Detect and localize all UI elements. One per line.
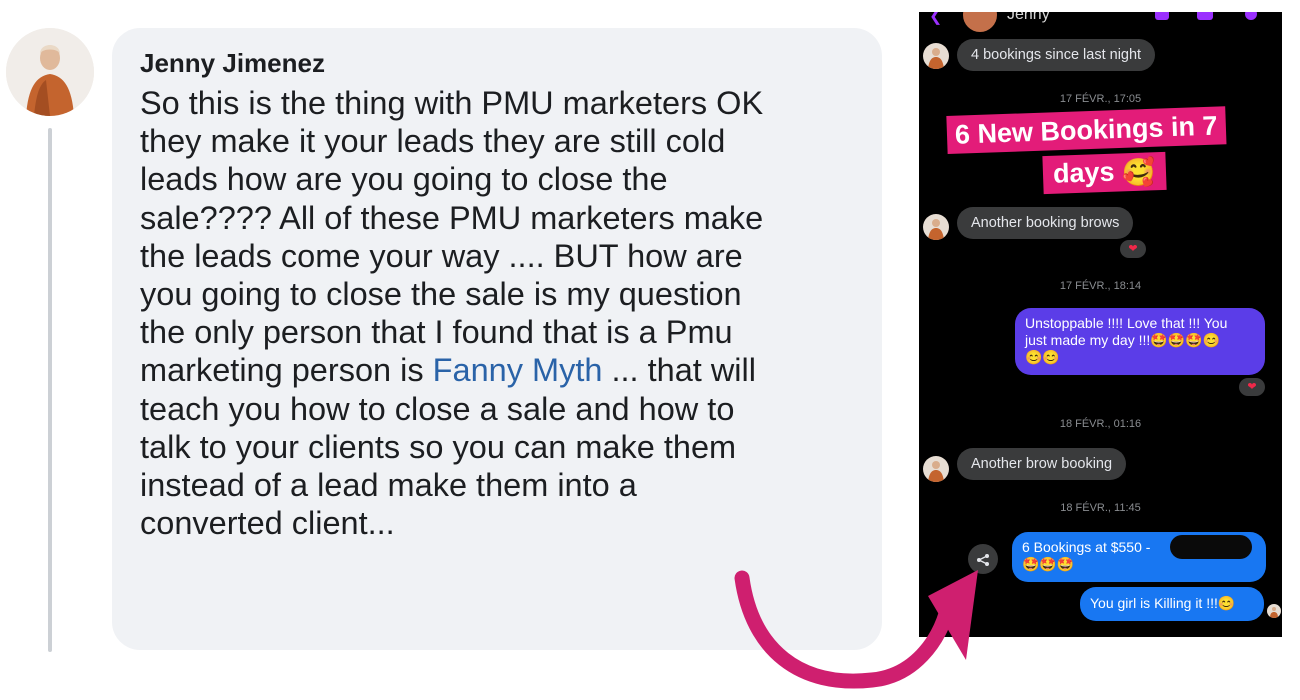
curved-arrow-icon: [734, 570, 978, 689]
